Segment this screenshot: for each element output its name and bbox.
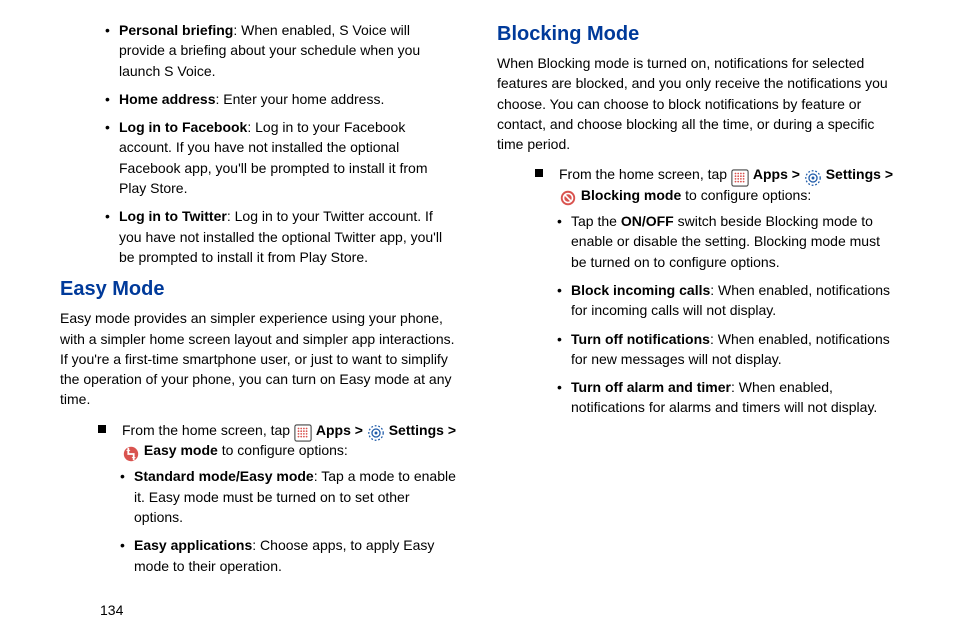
blocking-icon [559,187,577,205]
bullet-bold: Block incoming calls [571,282,710,298]
instr-text: From the home screen, tap [559,166,731,182]
easy-mode-para: Easy mode provides an simpler experience… [60,308,457,409]
bullet-bold: Home address [119,91,215,107]
left-column: Personal briefing: When enabled, S Voice… [60,20,457,626]
blocking-mode-para: When Blocking mode is turned on, notific… [497,53,894,154]
heading-blocking-mode: Blocking Mode [497,20,894,49]
bullet-bold: Personal briefing [119,22,233,38]
instr-post: to configure options: [218,442,348,458]
instr-apps: Apps > [316,422,367,438]
sub-bullet-turnoff-notif: Turn off notifications: When enabled, no… [557,329,894,370]
bullet-login-facebook: Log in to Facebook: Log in to your Faceb… [105,117,457,198]
instruction-item: From the home screen, tap Apps > Setting… [535,164,894,205]
right-column: Blocking Mode When Blocking mode is turn… [497,20,894,626]
sub-bullet-easy-apps: Easy applications: Choose apps, to apply… [120,535,457,576]
instr-post: to configure options: [681,187,811,203]
instruction-item: From the home screen, tap Apps > Setting… [98,420,457,461]
bullet-personal-briefing: Personal briefing: When enabled, S Voice… [105,20,457,81]
bullet-bold: Log in to Facebook [119,119,247,135]
bullet-text: : Enter your home address. [215,91,384,107]
top-bullet-list: Personal briefing: When enabled, S Voice… [60,20,457,267]
bullet-bold: ON/OFF [621,213,674,229]
sub-bullet-standard-mode: Standard mode/Easy mode: Tap a mode to e… [120,466,457,527]
apps-icon [731,167,749,185]
apps-icon [294,422,312,440]
instr-settings: Settings > [826,166,893,182]
instr-mode: Blocking mode [581,187,681,203]
bullet-bold: Turn off notifications [571,331,710,347]
bullet-home-address: Home address: Enter your home address. [105,89,457,109]
settings-icon [804,167,822,185]
sub-bullet-turnoff-alarm: Turn off alarm and timer: When enabled, … [557,377,894,418]
bullet-bold: Turn off alarm and timer [571,379,731,395]
instr-mode: Easy mode [144,442,218,458]
bullet-bold: Standard mode/Easy mode [134,468,314,484]
sub-bullet-onoff: Tap the ON/OFF switch beside Blocking mo… [557,211,894,272]
easy-sub-bullets: Standard mode/Easy mode: Tap a mode to e… [60,466,457,575]
bullet-bold: Log in to Twitter [119,208,227,224]
instr-text: From the home screen, tap [122,422,294,438]
heading-easy-mode: Easy Mode [60,275,457,304]
sub-bullet-block-calls: Block incoming calls: When enabled, noti… [557,280,894,321]
page-number: 134 [100,602,123,618]
settings-icon [367,422,385,440]
bullet-login-twitter: Log in to Twitter: Log in to your Twitte… [105,206,457,267]
bullet-pre: Tap the [571,213,621,229]
instr-apps: Apps > [753,166,804,182]
instr-settings: Settings > [389,422,456,438]
bullet-bold: Easy applications [134,537,252,553]
blocking-sub-bullets: Tap the ON/OFF switch beside Blocking mo… [497,211,894,418]
easymode-icon [122,442,140,460]
